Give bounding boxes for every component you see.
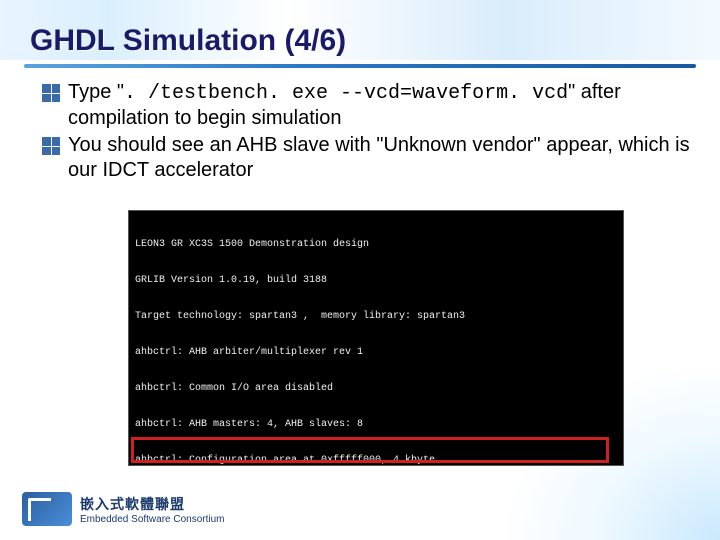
footer-logo: 嵌入式軟體聯盟 Embedded Software Consortium xyxy=(22,492,225,526)
terminal-line: ahbctrl: Common I/O area disabled xyxy=(135,383,617,395)
bullet-text: Type ". /testbench. exe --vcd=waveform. … xyxy=(68,80,690,131)
terminal-line: ahbctrl: Configuration area at 0xfffff00… xyxy=(135,455,617,466)
logo-mark-icon xyxy=(22,492,72,526)
terminal-line: LEON3 GR XC3S 1500 Demonstration design xyxy=(135,239,617,251)
command-text: . /testbench. exe --vcd=waveform. vcd xyxy=(124,82,568,105)
terminal-screenshot: LEON3 GR XC3S 1500 Demonstration design … xyxy=(128,210,624,466)
terminal-line: ahbctrl: AHB masters: 4, AHB slaves: 8 xyxy=(135,419,617,431)
terminal-line: Target technology: spartan3 , memory lib… xyxy=(135,311,617,323)
bullet-item: You should see an AHB slave with "Unknow… xyxy=(42,133,690,183)
terminal-line: GRLIB Version 1.0.19, build 3188 xyxy=(135,275,617,287)
logo-text-cn: 嵌入式軟體聯盟 xyxy=(80,494,225,514)
terminal-line: ahbctrl: AHB arbiter/multiplexer rev 1 xyxy=(135,347,617,359)
bullet-icon xyxy=(42,137,60,155)
logo-text-en: Embedded Software Consortium xyxy=(80,514,225,525)
slide-title: GHDL Simulation (4/6) xyxy=(30,24,346,58)
bullet-icon xyxy=(42,84,60,102)
bullet-pre: Type " xyxy=(68,81,124,103)
bullet-item: Type ". /testbench. exe --vcd=waveform. … xyxy=(42,80,690,131)
title-underline xyxy=(24,64,696,68)
content-area: Type ". /testbench. exe --vcd=waveform. … xyxy=(42,80,690,185)
bullet-text: You should see an AHB slave with "Unknow… xyxy=(68,133,690,183)
